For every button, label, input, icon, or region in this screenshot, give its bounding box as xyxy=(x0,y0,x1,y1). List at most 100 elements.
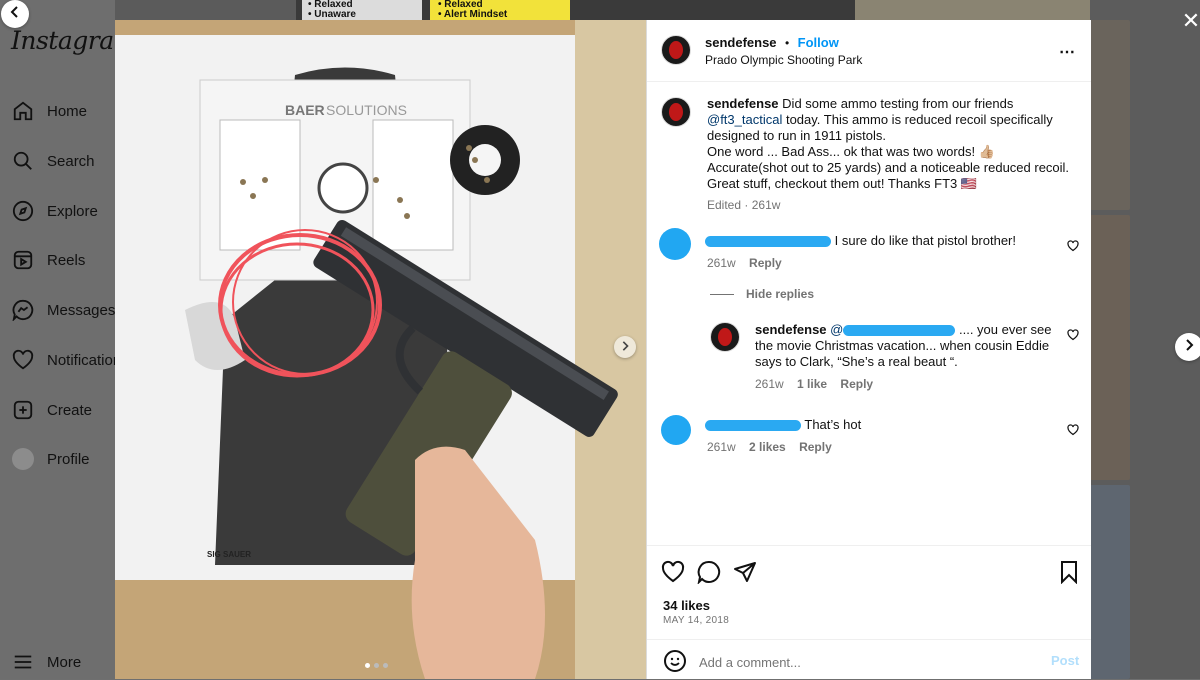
reply-likes[interactable]: 1 like xyxy=(797,377,827,391)
nav-profile[interactable]: Profile xyxy=(11,444,90,474)
chevron-right-icon xyxy=(620,338,630,356)
carousel-next-button[interactable] xyxy=(614,336,636,358)
background-sign-right: • Relaxed • Alert Mindset xyxy=(430,0,570,20)
more-options-icon[interactable]: ⋯ xyxy=(1059,42,1076,62)
bookmark-icon[interactable] xyxy=(1057,560,1081,584)
nav-reels[interactable]: Reels xyxy=(11,245,85,275)
comment-text: I sure do like that pistol brother! xyxy=(834,233,1016,248)
reply-meta: 261w 1 like Reply xyxy=(755,377,873,391)
comment-time[interactable]: 261w xyxy=(707,256,736,270)
carousel-indicator xyxy=(365,663,388,668)
commenter-avatar-redacted[interactable] xyxy=(661,415,691,445)
redacted-mention xyxy=(843,325,956,337)
nav-label: Profile xyxy=(47,450,90,468)
hide-replies-button[interactable]: Hide replies xyxy=(710,287,814,301)
edited-label: Edited xyxy=(707,198,742,212)
comment-meta: 261w Reply xyxy=(707,256,782,270)
reply-mention[interactable]: @ xyxy=(830,322,843,337)
chevron-left-icon xyxy=(9,5,21,23)
hide-replies-label: Hide replies xyxy=(746,287,815,301)
reply-button[interactable]: Reply xyxy=(840,377,873,391)
carousel-dot xyxy=(374,663,379,668)
follow-button[interactable]: Follow xyxy=(798,35,839,50)
like-comment-icon[interactable] xyxy=(1067,240,1079,252)
sidebar: Instagram Home Search Explore Reels Mess… xyxy=(0,0,137,679)
nav-search[interactable]: Search xyxy=(11,146,95,176)
redacted-username xyxy=(705,420,801,432)
caption-mention[interactable]: @ft3_tactical xyxy=(707,112,782,127)
carousel-dot xyxy=(383,663,388,668)
nav-label: Search xyxy=(47,152,95,170)
caption-username[interactable]: sendefense xyxy=(707,96,779,111)
comment-icon[interactable] xyxy=(697,560,721,584)
share-icon[interactable] xyxy=(733,560,757,584)
like-comment-icon[interactable] xyxy=(1067,329,1079,341)
previous-post-button[interactable] xyxy=(1,0,29,28)
home-icon xyxy=(11,99,35,123)
caption-line4: Accurate(shot out to 25 yards) and a not… xyxy=(707,160,1070,191)
commenter-avatar-redacted[interactable] xyxy=(659,228,691,260)
background-photo xyxy=(855,0,1090,20)
reply-button[interactable]: Reply xyxy=(749,256,782,270)
target-brand-bold: BAER xyxy=(285,102,325,118)
post-date[interactable]: MAY 14, 2018 xyxy=(663,615,729,626)
close-modal-button[interactable]: ✕ xyxy=(1180,10,1200,32)
nav-messages[interactable]: Messages xyxy=(11,295,115,325)
search-icon xyxy=(11,149,35,173)
post-location[interactable]: Prado Olympic Shooting Park xyxy=(705,52,862,68)
like-icon[interactable] xyxy=(661,560,685,584)
comment-time[interactable]: 261w xyxy=(707,440,736,454)
caption-line1: Did some ammo testing from our friends xyxy=(782,96,1014,111)
author-avatar[interactable] xyxy=(661,35,691,65)
reply-button[interactable]: Reply xyxy=(799,440,832,454)
comment-text: That’s hot xyxy=(804,417,862,432)
like-comment-icon[interactable] xyxy=(1067,424,1079,436)
explore-icon xyxy=(11,199,35,223)
reply-username[interactable]: sendefense xyxy=(755,322,827,337)
reply-comment: sendefense @ .... you ever see the movie… xyxy=(755,322,1055,370)
nav-home[interactable]: Home xyxy=(11,96,87,126)
create-icon xyxy=(11,398,35,422)
nav-label: Explore xyxy=(47,202,98,220)
emoji-icon[interactable] xyxy=(663,649,687,673)
caption-avatar[interactable] xyxy=(661,97,691,127)
comment: That’s hot xyxy=(705,417,1065,433)
comment: I sure do like that pistol brother! xyxy=(705,233,1065,249)
caption-meta: Edited · 261w xyxy=(707,198,780,212)
reels-icon xyxy=(11,248,35,272)
post-media[interactable]: BAER SOLUTIONS SIG SAUER xyxy=(115,20,646,679)
post-panel: sendefense • Follow Prado Olympic Shooti… xyxy=(646,20,1091,679)
likes-count[interactable]: 34 likes xyxy=(663,598,710,613)
nav-notifications[interactable]: Notification xyxy=(11,345,121,375)
comment-input[interactable] xyxy=(697,651,1001,673)
redacted-username xyxy=(705,236,831,248)
nav-explore[interactable]: Explore xyxy=(11,196,98,226)
comment-likes[interactable]: 2 likes xyxy=(749,440,786,454)
nav-more[interactable]: More xyxy=(11,647,81,677)
nav-label: More xyxy=(47,653,82,671)
caption: sendefense Did some ammo testing from ou… xyxy=(707,96,1077,192)
post-comment-button[interactable]: Post xyxy=(1051,653,1079,668)
menu-icon xyxy=(11,650,35,674)
profile-icon xyxy=(11,447,35,471)
carousel-dot xyxy=(365,663,370,668)
meta-dot: · xyxy=(744,198,749,212)
comment-meta: 261w 2 likes Reply xyxy=(707,440,832,454)
nav-create[interactable]: Create xyxy=(11,395,92,425)
background-sign-line: • Alert Mindset xyxy=(438,9,508,20)
messages-icon xyxy=(11,298,35,322)
sig-sauer-label: SIG SAUER xyxy=(207,550,251,559)
nav-label: Reels xyxy=(47,251,86,269)
caption-line3: One word ... Bad Ass... ok that was two … xyxy=(707,144,995,159)
nav-label: Create xyxy=(47,401,93,419)
nav-label: Home xyxy=(47,102,88,120)
caption-time[interactable]: 261w xyxy=(752,198,781,212)
reply-time[interactable]: 261w xyxy=(755,377,784,391)
background-sign-left: • Relaxed • Unaware xyxy=(302,0,422,20)
next-post-button[interactable] xyxy=(1175,333,1200,361)
author-username[interactable]: sendefense xyxy=(705,35,777,50)
reply-avatar[interactable] xyxy=(710,322,740,352)
chevron-right-icon xyxy=(1183,338,1195,356)
separator-dot: • xyxy=(785,36,790,50)
divider-line xyxy=(710,293,734,295)
